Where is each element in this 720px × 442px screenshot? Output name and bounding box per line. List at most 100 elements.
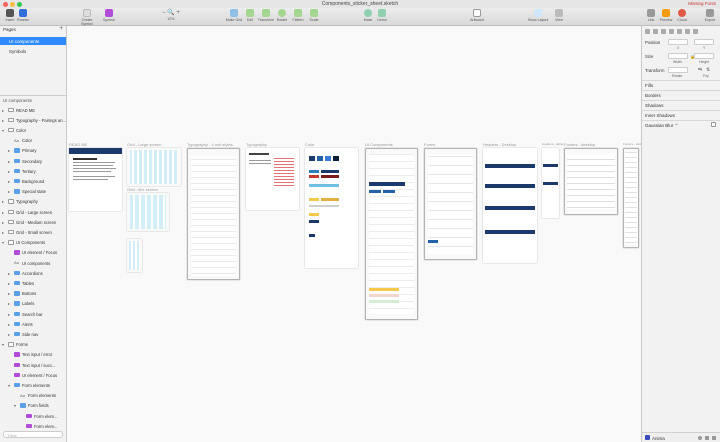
artboard-footers-tablet[interactable]: Footers - tablet [623,142,643,248]
disclosure-closed-icon[interactable]: ▸ [8,169,10,174]
artboard-headers-desktop[interactable]: Headers - Desktop [483,142,537,263]
disclosure-closed-icon[interactable]: ▸ [8,332,10,337]
borders-section[interactable]: Borders [642,90,720,100]
disclosure-closed-icon[interactable]: ▸ [2,230,4,235]
layer-row[interactable]: ▸ Tertiary [0,166,66,176]
zoom-in-button[interactable]: + [176,10,180,16]
add-page-button[interactable]: + [59,26,63,32]
disclosure-closed-icon[interactable]: ▸ [2,118,4,123]
runner-button[interactable]: Runner [13,9,33,22]
create-symbol-button[interactable]: Create Symbol [76,9,98,26]
zoom-control[interactable]: − 🔍 + 12% [160,9,182,21]
disclosure-open-icon[interactable]: ▾ [8,383,10,388]
grid-toggle-icon[interactable] [705,435,709,440]
align-left-icon[interactable] [645,29,650,34]
layer-row[interactable]: Aa Color [0,136,66,146]
align-top-icon[interactable] [669,29,674,34]
artboard-grid-small[interactable] [127,239,142,272]
fills-section[interactable]: Fills [642,80,720,90]
layer-row[interactable]: ▸ Alerts [0,319,66,329]
layer-row[interactable]: ▸ Accordions [0,268,66,278]
layer-row[interactable]: ▾ UI Components [0,238,66,248]
anima-label[interactable]: Anima [652,436,665,441]
align-bottom-icon[interactable] [685,29,690,34]
lock-ratio-icon[interactable]: 🔒 [690,54,695,59]
artboard-typography-styles[interactable]: Typography - 4 unit styles [187,142,240,280]
align-right-icon[interactable] [661,29,666,34]
layer-row[interactable]: ▾ Form elements [0,380,66,390]
layer-row[interactable]: ▸ Labels [0,299,66,309]
scale-button[interactable]: Scale [304,9,324,22]
shadows-section[interactable]: Shadows [642,100,720,110]
layer-row[interactable]: ▸ Grid - Medium screen [0,217,66,227]
layer-row[interactable]: ▸ Side nav [0,329,66,339]
align-center-icon[interactable] [653,29,658,34]
disclosure-closed-icon[interactable]: ▸ [8,281,10,286]
artboard-headers-tablet[interactable]: Headers - tablet [542,142,563,218]
layer-row[interactable]: Form elem... [0,411,66,421]
symbol-button[interactable]: Symbol [99,9,119,22]
height-field[interactable] [694,53,714,59]
layer-row[interactable]: ▸ Grid - Large screen [0,207,66,217]
flip-vertical-icon[interactable]: ⇅ [706,67,710,73]
position-y-field[interactable] [694,39,714,45]
zoom-out-button[interactable]: − [162,10,166,16]
disclosure-closed-icon[interactable]: ▸ [8,322,10,327]
layer-row[interactable]: ▸ Search bar [0,309,66,319]
disclosure-open-icon[interactable]: ▾ [2,128,4,133]
artboard-grid-large[interactable]: Grid - Large screen [127,142,181,186]
union-button[interactable]: Union [372,9,392,22]
view-button[interactable]: View [549,9,569,22]
disclosure-closed-icon[interactable]: ▸ [8,312,10,317]
position-x-field[interactable] [668,39,688,45]
layer-row[interactable]: Form elem... [0,421,66,431]
disclosure-closed-icon[interactable]: ▸ [8,148,10,153]
filter-input[interactable]: Filter [3,431,63,438]
layer-row[interactable]: Aa UI components [0,258,66,268]
disclosure-open-icon[interactable]: ▾ [2,240,4,245]
layer-row[interactable]: ▸ Typography - Pairings an... [0,115,66,125]
page-ui-components[interactable]: UI components [0,37,66,45]
layer-row[interactable]: ▾ Form fields [0,401,66,411]
missing-fonts-link[interactable]: Missing Fonts [688,1,716,6]
distribute-icon[interactable] [693,29,698,34]
layer-row[interactable]: ▸ Grid - Small screen [0,227,66,237]
canvas[interactable]: READ ME Grid - Large screen Grid - Md. s… [67,26,643,442]
layer-row[interactable]: Aa Form elements [0,391,66,401]
cloud-button[interactable]: Cloud [672,9,692,22]
blur-checkbox[interactable] [711,122,716,127]
disclosure-closed-icon[interactable]: ▸ [8,301,10,306]
disclosure-open-icon[interactable]: ▾ [2,342,4,347]
layer-row[interactable]: ▸ Typography [0,197,66,207]
disclosure-closed-icon[interactable]: ▸ [2,220,4,225]
layer-row[interactable]: ▸ Tables [0,278,66,288]
settings-icon[interactable] [698,435,702,440]
page-symbols[interactable]: Symbols [0,47,66,55]
artboard-color[interactable]: Color [305,142,358,268]
layer-row[interactable]: ▾ Color [0,125,66,135]
artboard-typography[interactable]: Typography [246,142,299,210]
width-field[interactable] [668,53,688,59]
artboard-grid-medium[interactable]: Grid - Md. screen [127,187,169,231]
disclosure-closed-icon[interactable]: ▸ [2,199,4,204]
layer-row[interactable]: UI element / Focus [0,370,66,380]
layer-row[interactable]: ▸ Special state [0,187,66,197]
artboard-read-me[interactable]: READ ME [69,142,122,211]
layer-row[interactable]: ▾ Forms [0,340,66,350]
disclosure-closed-icon[interactable]: ▸ [8,291,10,296]
disclosure-closed-icon[interactable]: ▸ [2,210,4,215]
show-layout-button[interactable]: Show Layout [527,9,549,22]
export-button[interactable]: Export [700,9,720,22]
disclosure-open-icon[interactable]: ▾ [14,403,16,408]
artboard-ui-components[interactable]: UI Components [365,142,418,320]
align-middle-icon[interactable] [677,29,682,34]
layer-row[interactable]: ▸ READ ME [0,105,66,115]
pages-header[interactable]: Pages [0,26,66,33]
gaussian-blur-section[interactable]: Gaussian Blur ⌃ [642,120,720,130]
layer-row[interactable]: Text input / succ... [0,360,66,370]
disclosure-closed-icon[interactable]: ▸ [8,179,10,184]
layer-row[interactable]: ▸ Background [0,176,66,186]
rotate-field[interactable] [668,67,688,73]
disclosure-closed-icon[interactable]: ▸ [8,271,10,276]
artboard-forms[interactable]: Forms [424,142,477,260]
